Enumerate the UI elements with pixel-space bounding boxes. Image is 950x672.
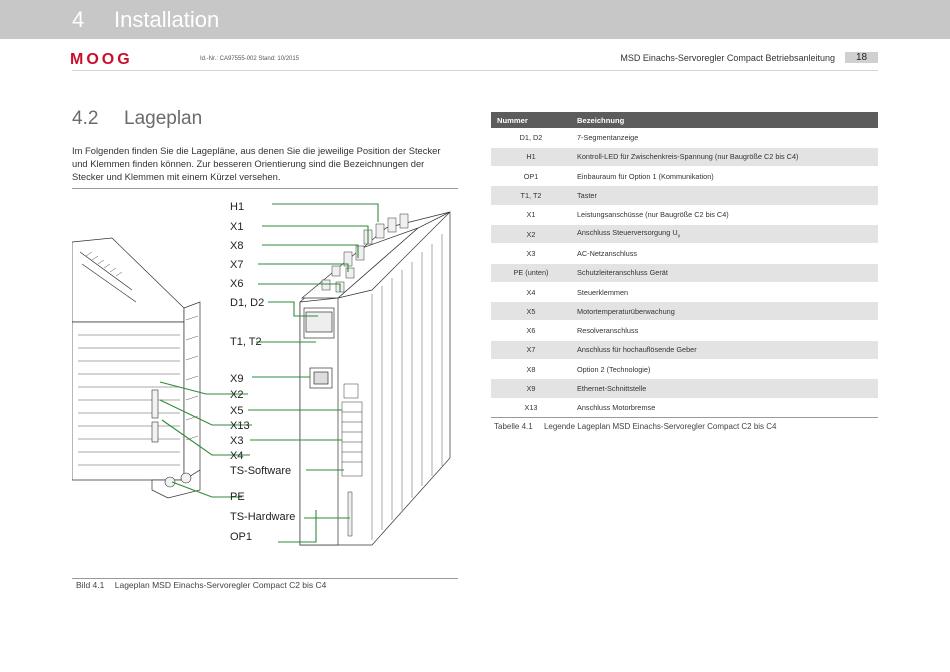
callout-d1-d2: D1, D2 xyxy=(230,297,264,309)
row-number: X1 xyxy=(491,205,571,225)
row-number: X2 xyxy=(491,224,571,245)
table-row: X5 Motortemperaturüberwachung xyxy=(491,301,878,322)
row-description: 7-Segmentanzeige xyxy=(571,128,878,148)
section-number: 4.2 xyxy=(72,108,99,129)
intro-paragraph: Im Folgenden finden Sie die Lagepläne, a… xyxy=(72,145,441,183)
callout-x7: X7 xyxy=(230,259,243,271)
row-description: AC-Netzanschluss xyxy=(571,243,878,264)
row-number: PE (unten) xyxy=(491,263,571,283)
table-row: D1, D2 7-Segmentanzeige xyxy=(491,128,878,148)
table-row: X2 Anschluss Steuerversorgung Uv xyxy=(491,224,878,245)
callout-t1-t2: T1, T2 xyxy=(230,336,262,348)
callout-h1: H1 xyxy=(230,201,244,213)
table-row: X4 Steuerklemmen xyxy=(491,282,878,303)
row-number: X5 xyxy=(491,301,571,322)
document-id: Id.-Nr.: CA97555-002 Stand: 10/2015 xyxy=(200,56,300,62)
right-device-illustration xyxy=(299,211,451,546)
chapter-header-band: 4 Installation xyxy=(0,0,950,39)
callout-op1: OP1 xyxy=(230,531,252,543)
chapter-title: Installation xyxy=(114,7,220,32)
figure-caption: Bild 4.1 Lageplan MSD Einachs-Servoregle… xyxy=(76,580,326,590)
page-number: 18 xyxy=(845,52,878,63)
row-description: Schutzleiteranschluss Gerät xyxy=(571,263,878,283)
callout-x3: X3 xyxy=(230,435,243,447)
table-row: X8 Option 2 (Technologie) xyxy=(491,359,878,380)
callout-x13: X13 xyxy=(230,420,250,432)
table-row: X1 Leistungsanschüsse (nur Baugröße C2 bi… xyxy=(491,205,878,225)
callout-pe: PE xyxy=(230,491,245,503)
legend-table: Nummer Bezeichnung D1, D2 7-Segmentanzeig… xyxy=(491,112,878,418)
table-row: H1 Kontroll-LED für Zwischenkreis-Spannun… xyxy=(491,147,878,168)
table-row: X3 AC-Netzanschluss xyxy=(491,243,878,264)
row-description: Motortemperaturüberwachung xyxy=(571,301,878,322)
row-number: T1, T2 xyxy=(491,185,571,206)
paragraph-divider xyxy=(72,188,458,189)
table-row: X9 Ethernet-Schnittstelle xyxy=(491,378,878,399)
callout-x2: X2 xyxy=(230,389,243,401)
row-description: Anschluss für hochauflösende Geber xyxy=(571,340,878,361)
row-description: Taster xyxy=(571,185,878,206)
callout-x1: X1 xyxy=(230,221,243,233)
document-title: MSD Einachs-Servoregler Compact Betriebs… xyxy=(620,53,835,63)
callout-x4: X4 xyxy=(230,450,243,462)
row-number: D1, D2 xyxy=(491,128,571,148)
row-number: X8 xyxy=(491,359,571,380)
row-description: Einbauraum für Option 1 (Kommunikation) xyxy=(571,166,878,187)
figure-divider xyxy=(72,578,458,579)
row-description: Kontroll-LED für Zwischenkreis-Spannung … xyxy=(571,147,878,168)
row-description: Leistungsanschüsse (nur Baugröße C2 bis … xyxy=(571,205,878,225)
row-number: X6 xyxy=(491,320,571,341)
table-caption: Tabelle 4.1 Legende Lageplan MSD Einachs… xyxy=(494,422,777,431)
table-row: X7 Anschluss für hochauflösende Geber xyxy=(491,340,878,361)
callout-x6: X6 xyxy=(230,278,243,290)
callout-ts-hardware: TS-Hardware xyxy=(230,511,295,523)
moog-logo: MOOG xyxy=(70,51,133,66)
callout-ts-software: TS-Software xyxy=(230,465,291,477)
row-number: X3 xyxy=(491,243,571,264)
row-description: Anschluss Motorbremse xyxy=(571,398,878,418)
row-description-text: Anschluss Steuerversorgung U xyxy=(577,228,678,238)
row-number: X13 xyxy=(491,398,571,418)
row-description: Option 2 (Technologie) xyxy=(571,359,878,380)
table-row: X13 Anschluss Motorbremse xyxy=(491,398,878,418)
chapter-number: 4 xyxy=(72,7,85,32)
table-row: X6 Resolveranschluss xyxy=(491,320,878,341)
table-caption-text: Legende Lageplan MSD Einachs-Servoregler… xyxy=(543,422,777,431)
callout-x5: X5 xyxy=(230,405,243,417)
svg-text:MOOG: MOOG xyxy=(70,51,133,66)
callout-x9: X9 xyxy=(230,373,243,385)
figure-caption-label: Bild 4.1 xyxy=(76,580,105,590)
row-description: Anschluss Steuerversorgung Uv xyxy=(571,224,878,245)
header-divider xyxy=(72,70,878,71)
layout-diagram: H1 X1 X8 X7 X6 D1, D2 T1, T2 X9 X2 X5 X1… xyxy=(72,201,451,546)
table-row: OP1 Einbauraum für Option 1 (Kommunikatio… xyxy=(491,166,878,187)
row-number: X7 xyxy=(491,340,571,361)
table-caption-label: Tabelle 4.1 xyxy=(494,422,533,431)
row-number: X9 xyxy=(491,378,571,399)
row-number: X4 xyxy=(491,282,571,303)
section-title: Lageplan xyxy=(124,108,203,129)
row-number: OP1 xyxy=(491,166,571,187)
table-row: PE (unten) Schutzleiteranschluss Gerät xyxy=(491,263,878,283)
column-header-description: Bezeichnung xyxy=(571,112,878,128)
callout-x8: X8 xyxy=(230,240,243,252)
left-device-illustration xyxy=(72,237,201,499)
row-description: Steuerklemmen xyxy=(571,282,878,303)
column-header-number: Nummer xyxy=(491,112,571,128)
row-description: Ethernet-Schnittstelle xyxy=(571,378,878,399)
subscript-v: v xyxy=(677,233,681,240)
row-number: H1 xyxy=(491,147,571,168)
figure-caption-text: Lageplan MSD Einachs-Servoregler Compact… xyxy=(114,580,327,590)
row-description: Resolveranschluss xyxy=(571,320,878,341)
table-row: T1, T2 Taster xyxy=(491,185,878,206)
